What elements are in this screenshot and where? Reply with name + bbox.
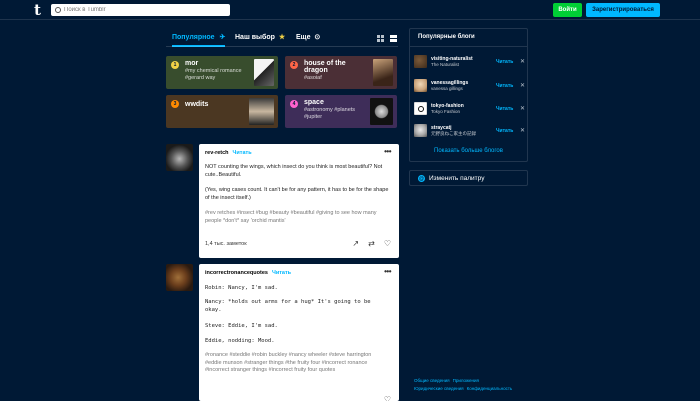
post-header: rev-retch Читать — [205, 150, 252, 156]
close-icon[interactable]: ✕ — [520, 58, 525, 65]
close-icon[interactable]: ✕ — [520, 105, 525, 112]
footer-link[interactable]: Приложения — [453, 378, 479, 383]
trending-title: space — [304, 99, 324, 106]
trending-card-4[interactable]: 4 space #astronomy #planets #jupiter — [285, 95, 397, 128]
follow-button[interactable]: Читать — [233, 150, 252, 156]
trending-rank: 3 — [171, 100, 179, 108]
footer-link[interactable]: Общие сведения — [414, 378, 450, 383]
grid-view-icon[interactable] — [377, 35, 384, 42]
dialog-line: Nancy: *holds out arms for a hug* It's g… — [205, 299, 371, 313]
share-icon[interactable]: ↗ — [352, 239, 359, 248]
footer-links: Общие сведения Приложения Юридические све… — [414, 377, 524, 393]
top-bar: t Войти Зарегистрироваться — [0, 0, 700, 20]
divider — [410, 46, 527, 47]
post-card: rev-retch Читать ••• NOT counting the win… — [199, 144, 399, 258]
search-box[interactable] — [51, 4, 230, 16]
tumblr-logo[interactable]: t — [34, 3, 41, 18]
blog-row[interactable]: visiting-naturalist The Naturalist Читат… — [414, 55, 525, 72]
search-input[interactable] — [64, 7, 214, 13]
search-icon — [55, 7, 61, 13]
panel-title: Популярные блоги — [418, 34, 475, 40]
post-tags[interactable]: #ronance #steddie #robin buckley #nancy … — [205, 352, 380, 375]
star-icon: ★ — [278, 34, 286, 41]
trending-card-1[interactable]: 1 mor #my chemical romance #gerard way — [166, 56, 278, 89]
trending-thumbnail — [254, 59, 274, 86]
trending-tags: #my chemical romance #gerard way — [185, 68, 242, 81]
trending-rank: 1 — [171, 61, 179, 69]
trending-rank: 2 — [290, 61, 298, 69]
trending-tags: #astronomy #planets #jupiter — [304, 107, 356, 120]
palette-label: Изменить палитру — [429, 175, 485, 182]
post-username[interactable]: incorrectronancequotes — [205, 270, 268, 276]
post-card: incorrectronancequotes Читать ••• Robin: … — [199, 264, 399, 401]
post-username[interactable]: rev-retch — [205, 150, 229, 156]
like-icon[interactable]: ♡ — [384, 239, 391, 248]
post-text: NOT counting the wings, which insect do … — [205, 164, 383, 178]
avatar[interactable] — [166, 264, 193, 291]
dialog-line: Robin: Nancy, I'm sad. — [205, 285, 278, 291]
dialog-line: Steve: Eddie, I'm sad. — [205, 323, 278, 329]
blog-avatar[interactable] — [414, 102, 427, 115]
tab-more-label: Еще — [296, 34, 311, 41]
show-more-blogs-link[interactable]: Показать больше блогов — [410, 148, 527, 154]
blog-row[interactable]: tokyo-fashion Tokyo Fashion Читать ✕ — [414, 102, 525, 119]
tab-popular[interactable]: Популярное ✈ — [172, 31, 226, 47]
tabs-divider — [166, 46, 398, 47]
tab-our-picks-label: Наш выбор — [235, 34, 275, 41]
footer-link[interactable]: Конфиденциальность — [467, 386, 513, 391]
tab-popular-label: Популярное — [172, 34, 215, 41]
register-button[interactable]: Зарегистрироваться — [586, 3, 660, 17]
post-notes-count[interactable]: 1,4 тыс. заметок — [205, 241, 247, 247]
post-actions: ♡ — [384, 395, 391, 401]
trending-card-3[interactable]: 3 wwdits — [166, 95, 278, 128]
tab-more[interactable]: Еще ⊙ — [296, 31, 320, 45]
more-options-icon[interactable]: ••• — [384, 147, 391, 156]
blog-avatar[interactable] — [414, 55, 427, 68]
post-tags[interactable]: #rev retches #insect #bug #beauty #beaut… — [205, 210, 393, 225]
trending-tags: #asoiaf — [304, 75, 322, 81]
close-icon[interactable]: ✕ — [520, 127, 525, 134]
footer-link[interactable]: Юридические сведения — [414, 386, 464, 391]
popular-blogs-panel: Популярные блоги visiting-naturalist The… — [409, 28, 528, 162]
close-icon[interactable]: ✕ — [520, 82, 525, 89]
blog-row[interactable]: straycatj 元野良ねこ家主の記録 Читать ✕ — [414, 124, 525, 141]
blog-avatar[interactable] — [414, 79, 427, 92]
trending-title: mor — [185, 60, 199, 67]
list-view-icon[interactable] — [390, 35, 397, 42]
trending-card-2[interactable]: 2 house of the dragon #asoiaf — [285, 56, 397, 89]
chevron-down-circle-icon: ⊙ — [314, 34, 321, 41]
blog-avatar[interactable] — [414, 124, 427, 137]
follow-button[interactable]: Читать — [496, 106, 513, 112]
rocket-icon: ✈ — [219, 34, 226, 41]
follow-button[interactable]: Читать — [496, 83, 513, 89]
reblog-icon[interactable]: ⇄ — [368, 239, 375, 248]
blog-title: vanessa gillings — [431, 86, 463, 91]
follow-button[interactable]: Читать — [272, 270, 291, 276]
blog-title: 元野良ねこ家主の記録 — [431, 131, 476, 136]
palette-icon: @ — [418, 175, 425, 182]
trending-thumbnail — [249, 98, 274, 125]
tab-our-picks[interactable]: Наш выбор ★ — [235, 31, 285, 45]
blog-title: Tokyo Fashion — [431, 109, 461, 114]
post-text: (Yes, wing cases count. It can't be for … — [205, 187, 389, 201]
login-button[interactable]: Войти — [553, 3, 582, 17]
explore-tabs: Популярное ✈ Наш выбор ★ Еще ⊙ — [166, 31, 398, 47]
follow-button[interactable]: Читать — [496, 59, 513, 65]
trending-title: house of the dragon — [304, 60, 346, 74]
post-header: incorrectronancequotes Читать — [205, 270, 291, 276]
logo-mark-icon — [417, 106, 424, 112]
trending-thumbnail — [373, 59, 393, 86]
post-actions: ↗ ⇄ ♡ — [352, 239, 391, 248]
trending-rank: 4 — [290, 100, 298, 108]
blog-title: The Naturalist — [431, 62, 460, 67]
more-options-icon[interactable]: ••• — [384, 267, 391, 276]
trending-thumbnail — [370, 98, 393, 125]
blog-row[interactable]: vanessagillings vanessa gillings Читать … — [414, 79, 525, 96]
trending-title: wwdits — [185, 101, 209, 108]
change-palette-button[interactable]: @ Изменить палитру — [409, 170, 528, 186]
like-icon[interactable]: ♡ — [384, 395, 391, 401]
avatar[interactable] — [166, 144, 193, 171]
dialog-line: Eddie, nodding: Mood. — [205, 338, 275, 344]
follow-button[interactable]: Читать — [496, 128, 513, 134]
